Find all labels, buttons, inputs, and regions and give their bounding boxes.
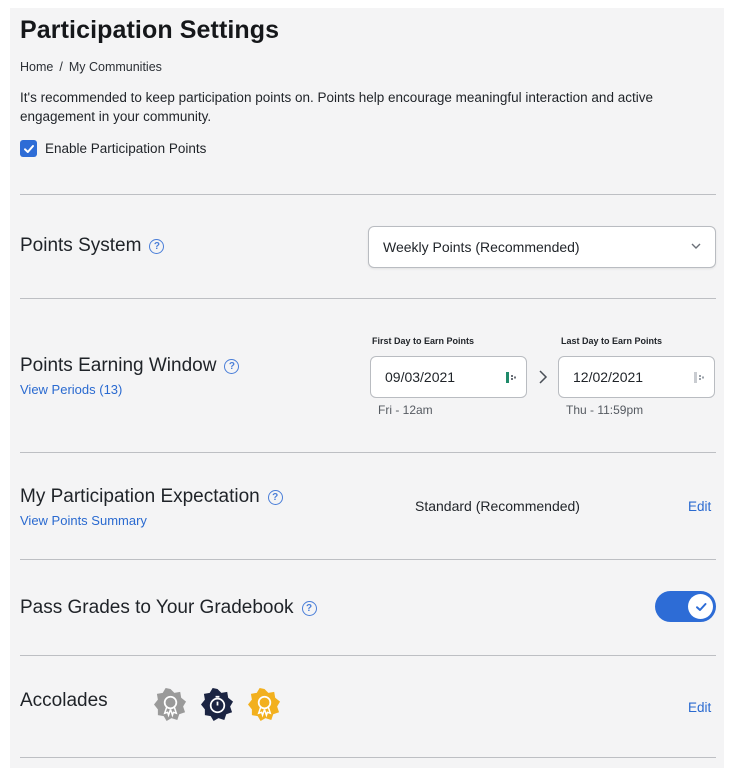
enable-points-row: Enable Participation Points — [20, 140, 206, 157]
gradebook-row-label: Pass Grades to Your Gradebook ? — [20, 597, 317, 619]
page-title: Participation Settings — [20, 16, 280, 44]
last-day-caption: Last Day to Earn Points — [561, 336, 663, 346]
breadcrumb-home[interactable]: Home — [20, 60, 53, 74]
expectation-value: Standard (Recommended) — [415, 498, 580, 514]
breadcrumb-separator: / — [59, 60, 63, 74]
intro-text: It's recommended to keep participation p… — [20, 90, 653, 124]
earning-window-label: Points Earning Window — [20, 355, 217, 376]
first-day-caption: First Day to Earn Points — [372, 336, 475, 346]
toggle-knob — [688, 594, 713, 619]
accolades-label: Accolades — [20, 690, 108, 711]
help-icon[interactable]: ? — [149, 238, 165, 254]
chevron-right-icon — [539, 370, 548, 384]
chevron-down-icon — [691, 243, 701, 249]
divider — [20, 452, 716, 453]
gradebook-label: Pass Grades to Your Gradebook — [20, 597, 294, 618]
expectation-edit-link[interactable]: Edit — [688, 499, 711, 514]
checkmark-icon — [23, 144, 34, 153]
enable-points-checkbox[interactable] — [20, 140, 37, 157]
accolades-row-label: Accolades — [20, 690, 108, 712]
points-system-select[interactable]: Weekly Points (Recommended) — [368, 226, 716, 268]
accolades-edit-link[interactable]: Edit — [688, 700, 711, 715]
divider — [20, 298, 716, 299]
enable-points-label[interactable]: Enable Participation Points — [45, 141, 206, 156]
checkmark-icon — [695, 602, 706, 611]
expectation-row-label: My Participation Expectation ? — [20, 486, 283, 508]
earning-window-row-label: Points Earning Window ? — [20, 355, 240, 377]
last-day-value: 12/02/2021 — [573, 369, 644, 385]
gold-medal-badge-icon[interactable] — [248, 688, 281, 721]
first-day-sub: Fri - 12am — [378, 403, 433, 417]
accolades-badges — [154, 688, 281, 721]
help-icon[interactable]: ? — [267, 489, 283, 505]
divider — [20, 655, 716, 656]
breadcrumb-current: My Communities — [68, 60, 162, 74]
divider — [20, 559, 716, 560]
expectation-label: My Participation Expectation — [20, 486, 260, 507]
view-points-summary-link[interactable]: View Points Summary — [20, 513, 147, 528]
first-day-value: 09/03/2021 — [385, 369, 456, 385]
last-day-sub: Thu - 11:59pm — [566, 403, 644, 417]
divider — [20, 757, 716, 758]
last-day-input[interactable]: 12/02/2021 — [558, 356, 715, 398]
navy-timer-badge-icon[interactable] — [201, 688, 234, 721]
calendar-icon[interactable] — [692, 370, 706, 385]
help-icon[interactable]: ? — [301, 600, 317, 616]
divider — [20, 194, 716, 195]
points-system-label: Points System — [20, 235, 142, 256]
points-system-selected: Weekly Points (Recommended) — [383, 239, 580, 255]
gray-medal-badge-icon[interactable] — [154, 688, 187, 721]
help-icon[interactable]: ? — [224, 358, 240, 374]
points-system-row-label: Points System ? — [20, 235, 165, 257]
first-day-input[interactable]: 09/03/2021 — [370, 356, 527, 398]
calendar-icon[interactable] — [504, 370, 518, 385]
gradebook-toggle[interactable] — [655, 591, 716, 622]
view-periods-link[interactable]: View Periods (13) — [20, 382, 122, 397]
breadcrumb: Home / My Communities — [20, 60, 162, 74]
